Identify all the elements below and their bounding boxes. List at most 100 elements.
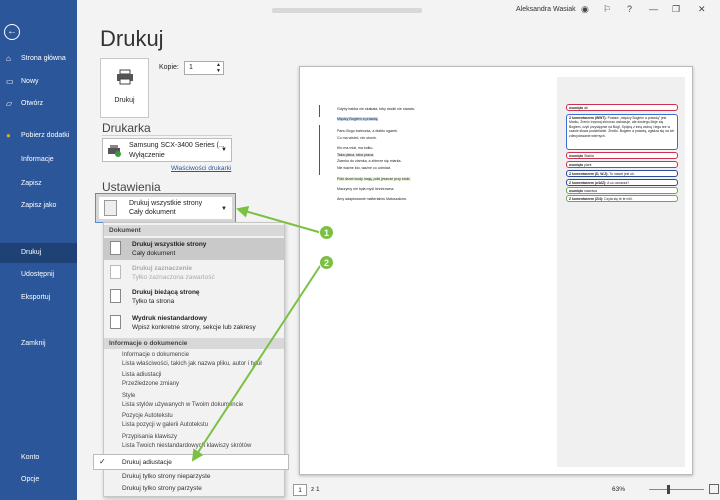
help-icon[interactable]: ? — [627, 4, 632, 14]
option-odd-pages[interactable]: Drukuj tylko strony nieparzyste — [122, 473, 211, 480]
sidebar-item-print[interactable]: Drukuj — [0, 243, 77, 263]
balloon-comment: Z komentarzem (WWT): Postaw „między Bogi… — [566, 114, 678, 150]
doc-line: Ziarnko do ziarnka, a zbierze się miarka… — [337, 159, 402, 163]
doc-line: Co ma wisieć, nie utonie. — [337, 136, 377, 140]
chevron-down-icon: ▼ — [221, 206, 227, 212]
option-document-info[interactable]: Informacje o dokumencie — [122, 352, 189, 358]
doc-line: Taka płaca, taka praca. — [337, 153, 374, 157]
balloon-comment: Z komentarzem (z/AIZ): A co oznacza? — [566, 179, 678, 186]
print-range-selected-sub: Cały dokument — [129, 209, 176, 216]
doc-line: Gdyby babka nie skakała, toby wódki nie … — [337, 107, 415, 111]
option-print-all[interactable]: Drukuj wszystkie strony Cały dokument — [104, 238, 284, 260]
pages-icon — [110, 241, 121, 255]
print-preview-page: Gdyby babka nie skakała, toby wódki nie … — [299, 66, 693, 475]
printer-section-title: Drukarka — [102, 121, 151, 135]
custom-print-icon — [110, 315, 121, 329]
settings-section-title: Ustawienia — [102, 180, 161, 194]
copies-label: Kopie: — [159, 64, 179, 71]
spinner-arrows-icon[interactable]: ▲ ▼ — [216, 62, 221, 74]
doc-line: Między Bogiem a prawdą. — [337, 117, 379, 121]
sidebar-item-new[interactable]: ▭ Nowy — [0, 74, 77, 89]
balloon-deletion: usunięto Stabla — [566, 152, 678, 159]
close-icon[interactable]: ✕ — [698, 4, 706, 15]
page-title: Drukuj — [100, 26, 164, 51]
option-autotext-sub: Lista pozycji w galerii Autotekstu — [122, 422, 209, 428]
print-range-select[interactable]: Drukuj wszystkie strony Cały dokument ▼ — [95, 193, 236, 223]
backstage-sidebar: ← ⌂ Strona główna ▭ Nowy ▱ Otwórz ● Pobierz … — [0, 0, 77, 500]
option-tracked-changes: Przeźledzone zmiany — [122, 381, 180, 387]
zoom-slider-handle[interactable] — [667, 485, 670, 494]
checkmark-icon: ✓ — [99, 457, 106, 466]
sidebar-item-options[interactable]: Opcje — [0, 472, 77, 487]
printer-properties-link[interactable]: Właściwości drukarki — [171, 165, 231, 172]
option-print-markup-label: Drukuj adiustacje — [122, 459, 172, 466]
restore-icon[interactable]: ❐ — [672, 4, 680, 15]
page-number-input[interactable]: 1 — [293, 484, 307, 496]
print-range-selected: Drukuj wszystkie strony — [129, 200, 203, 207]
sidebar-item-export[interactable]: Eksportuj — [0, 290, 77, 305]
option-styles[interactable]: Style — [122, 393, 135, 399]
option-document-info-sub: Lista właściwości, takich jak nazwa plik… — [122, 361, 262, 367]
print-button-label: Drukuj — [114, 97, 135, 104]
zoom-to-page-icon[interactable] — [709, 484, 719, 494]
new-document-icon: ▭ — [6, 77, 14, 86]
doc-line: Panu Bogu świeczka, a diabłu ogarek. — [337, 129, 398, 133]
balloon-deletion: usunięto plant — [566, 161, 678, 168]
zoom-slider[interactable] — [649, 485, 704, 494]
title-bar: Aleksandra Wasiak ◉ ⚐ ? — ❐ ✕ — [77, 0, 720, 22]
option-autotext[interactable]: Pozycje Autotekstu — [122, 413, 173, 419]
sidebar-item-info[interactable]: Informacje — [0, 152, 77, 167]
option-custom-print[interactable]: Wydruk niestandardowy Wpisz konkretne str… — [104, 312, 284, 334]
option-print-markup[interactable]: ✓ Drukuj adiustacje — [93, 454, 289, 470]
print-button[interactable]: Drukuj — [100, 58, 149, 118]
folder-icon: ▱ — [6, 99, 13, 108]
printer-name: Samsung SCX-3400 Series (... — [129, 142, 225, 149]
callout-2: 2 — [319, 255, 334, 270]
star-icon: ● — [6, 131, 11, 140]
sidebar-item-close[interactable]: Zamknij — [0, 336, 77, 351]
option-print-current[interactable]: Drukuj bieżącą stronę Tylko ta strona — [104, 286, 284, 308]
preview-navigation-bar: 1 z 1 63% — [289, 480, 720, 500]
option-markup-list[interactable]: Lista adiustacji — [122, 372, 161, 378]
printer-status: Wyłączenie — [129, 152, 165, 159]
sidebar-item-share[interactable]: Udostępnij — [0, 267, 77, 282]
printer-icon — [116, 69, 133, 85]
page-count: z 1 — [311, 486, 320, 493]
document-title-blurred — [272, 8, 422, 13]
doc-line: Amy adaptowanie matteriałów Matuszaków. — [337, 197, 407, 201]
home-icon: ⌂ — [6, 54, 11, 63]
minimize-icon[interactable]: — — [649, 4, 658, 14]
dropdown-header-info: Informacje o dokumencie — [104, 338, 284, 349]
avatar[interactable]: ◉ — [581, 4, 589, 15]
zoom-level: 63% — [612, 486, 626, 493]
printer-select[interactable]: Samsung SCX-3400 Series (... Wyłączenie … — [102, 138, 232, 162]
change-bar — [319, 105, 320, 117]
doc-line: Nie ważne kto, ważne co odmówi. — [337, 166, 392, 170]
user-name: Aleksandra Wasiak — [516, 6, 576, 13]
option-styles-sub: Lista stylów używanych w Twoim dokumenci… — [122, 402, 244, 408]
coauthor-icon[interactable]: ⚐ — [603, 4, 611, 15]
printer-check-icon — [108, 145, 121, 157]
doc-line: Póki drzwi wody mają, póki jeszcze przy … — [337, 177, 411, 181]
copies-value: 1 — [189, 64, 193, 71]
sidebar-item-save[interactable]: Zapisz — [0, 176, 77, 191]
dropdown-header-document: Dokument — [104, 225, 284, 236]
balloon-deletion: usunięto ab — [566, 104, 678, 111]
option-key-assignments[interactable]: Przypisania klawiszy — [122, 434, 177, 440]
sidebar-item-open[interactable]: ▱ Otwórz — [0, 96, 77, 111]
sidebar-item-account[interactable]: Konto — [0, 450, 77, 465]
callout-1: 1 — [319, 225, 334, 240]
sidebar-item-home[interactable]: ⌂ Strona główna — [0, 51, 77, 66]
sidebar-item-addins[interactable]: ● Pobierz dodatki — [0, 128, 77, 143]
sidebar-item-save-as[interactable]: Zapisz jako — [0, 198, 77, 213]
back-arrow-icon[interactable]: ← — [4, 24, 20, 40]
copies-stepper[interactable]: 1 ▲ ▼ — [184, 61, 224, 75]
balloon-comment: Z komentarzem (Z/4): Czyta się te te mil… — [566, 195, 678, 202]
option-even-pages[interactable]: Drukuj tylko strony parzyste — [122, 485, 202, 492]
chevron-down-icon: ▼ — [221, 147, 227, 153]
option-print-selection: Drukuj zaznaczenie Tylko zaznaczona zawar… — [104, 262, 284, 284]
balloon-comment: Z komentarzem (D, W.Z): To nawet jest ok… — [566, 170, 678, 177]
page-icon — [110, 289, 121, 303]
balloon-deletion: usunięto nawraca — [566, 187, 678, 194]
option-key-assignments-sub: Lista Twoich niestandardowych klawiszy s… — [122, 443, 252, 449]
